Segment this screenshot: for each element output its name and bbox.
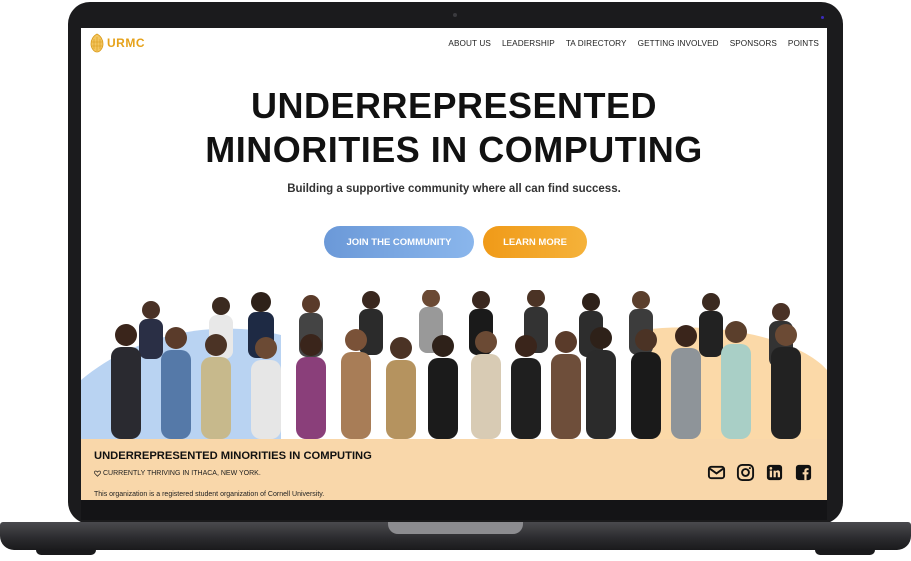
facebook-icon[interactable] — [794, 463, 813, 482]
laptop-notch — [388, 522, 523, 534]
laptop-foot-left — [36, 550, 96, 555]
hero-title: UNDERREPRESENTED MINORITIES IN COMPUTING — [81, 84, 827, 172]
group-photo — [81, 290, 827, 439]
nav-item-sponsors[interactable]: SPONSORS — [730, 39, 777, 48]
nav-item-about-us[interactable]: ABOUT US — [448, 39, 491, 48]
screen: URMC ABOUT US LEADERSHIP TA DIRECTORY GE… — [81, 28, 827, 500]
footer-title: UNDERREPRESENTED MINORITIES IN COMPUTING — [94, 450, 372, 462]
footer-location: CURRENTLY THRIVING IN ITHACA, NEW YORK. — [94, 470, 261, 477]
top-nav: URMC ABOUT US LEADERSHIP TA DIRECTORY GE… — [81, 28, 827, 58]
nav-item-points[interactable]: POINTS — [788, 39, 819, 48]
camera-led — [821, 16, 824, 19]
hero-title-line-2: MINORITIES IN COMPUTING — [205, 129, 703, 170]
logo[interactable]: URMC — [89, 33, 145, 53]
join-community-button[interactable]: JOIN THE COMMUNITY — [324, 226, 474, 258]
mail-icon[interactable] — [707, 463, 726, 482]
hero-title-line-1: UNDERREPRESENTED — [250, 85, 658, 126]
social-links — [707, 463, 813, 482]
hero-subtitle: Building a supportive community where al… — [287, 183, 621, 195]
instagram-icon[interactable] — [736, 463, 755, 482]
footer-note: This organization is a registered studen… — [94, 491, 325, 498]
logo-icon — [90, 33, 104, 53]
footer-location-text: CURRENTLY THRIVING IN ITHACA, NEW YORK. — [103, 470, 261, 477]
nav-menu: ABOUT US LEADERSHIP TA DIRECTORY GETTING… — [448, 39, 819, 48]
footer-band: UNDERREPRESENTED MINORITIES IN COMPUTING… — [81, 439, 827, 500]
camera — [453, 13, 457, 17]
nav-item-ta-directory[interactable]: TA DIRECTORY — [566, 39, 627, 48]
laptop-foot-right — [815, 550, 875, 555]
heart-outline-icon — [94, 470, 101, 477]
linkedin-icon[interactable] — [765, 463, 784, 482]
nav-item-leadership[interactable]: LEADERSHIP — [502, 39, 555, 48]
nav-item-getting-involved[interactable]: GETTING INVOLVED — [638, 39, 719, 48]
bottom-bezel — [81, 500, 827, 520]
learn-more-button[interactable]: LEARN MORE — [483, 226, 587, 258]
logo-text: URMC — [107, 36, 145, 50]
